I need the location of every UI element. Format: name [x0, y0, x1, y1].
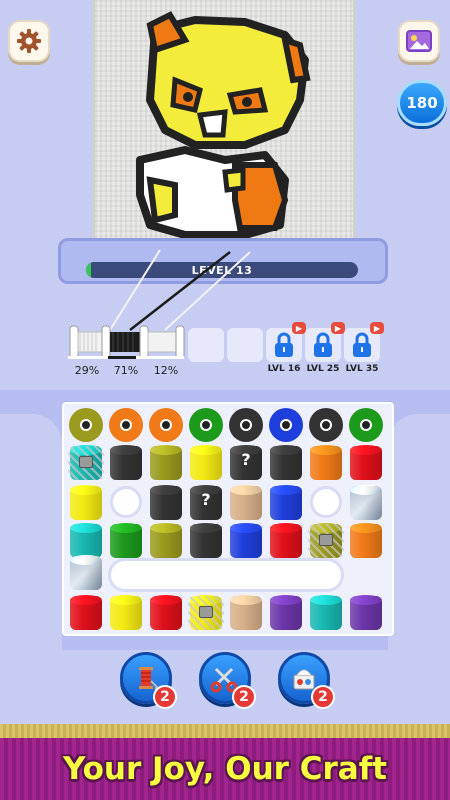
spool-percent-3: 12% — [153, 364, 179, 377]
lock-icon — [314, 332, 332, 357]
spool-top-orange[interactable] — [109, 408, 143, 442]
booster-magic-box[interactable]: 2 — [278, 652, 335, 709]
spool-olive[interactable] — [150, 524, 182, 558]
spool-red[interactable] — [270, 524, 302, 558]
locked-slot-label-2: LVL 25 — [306, 364, 340, 374]
spool-top-black[interactable] — [229, 408, 263, 442]
spool-olive[interactable] — [150, 446, 182, 480]
empty-spool-slot[interactable] — [227, 328, 263, 362]
spool-tan[interactable] — [230, 486, 262, 520]
spool-teal[interactable] — [310, 596, 342, 630]
booster-spool[interactable]: 2 — [120, 652, 177, 709]
tray-left-wing — [0, 414, 62, 650]
spool-red[interactable] — [150, 596, 182, 630]
mystery-mark: ? — [201, 490, 211, 509]
spool-top-green[interactable] — [189, 408, 223, 442]
booster-count: 2 — [311, 685, 335, 709]
empty-spool-slot[interactable] — [188, 328, 224, 362]
chained-spool[interactable] — [68, 446, 104, 480]
spool-black[interactable] — [190, 524, 222, 558]
locked-slot-label-1: LVL 16 — [267, 364, 301, 374]
spool-percent-2: 71% — [113, 364, 139, 377]
chained-spool[interactable] — [308, 524, 344, 558]
lock-icon — [275, 332, 293, 357]
mystery-spool[interactable]: ? — [190, 486, 222, 520]
booster-count: 2 — [232, 685, 256, 709]
spool-yellow[interactable] — [70, 486, 102, 520]
padlock-icon — [319, 534, 333, 546]
spool-blue[interactable] — [230, 524, 262, 558]
spool-top-olive[interactable] — [69, 408, 103, 442]
padlock-icon — [79, 456, 93, 468]
footer-banner: Your Joy, Our Craft — [0, 738, 450, 800]
spool-yellow[interactable] — [110, 596, 142, 630]
booster-scissors[interactable]: 2 — [199, 652, 256, 709]
ad-badge-icon: ▶ — [331, 322, 345, 334]
mystery-mark: ? — [241, 450, 251, 469]
chained-spool[interactable] — [188, 596, 224, 630]
empty-slot[interactable] — [310, 486, 342, 518]
spool-red[interactable] — [70, 596, 102, 630]
spool-top-blue[interactable] — [269, 408, 303, 442]
yarn-strip — [0, 724, 450, 738]
footer-tagline: Your Joy, Our Craft — [62, 751, 388, 787]
ad-badge-icon: ▶ — [370, 322, 384, 334]
spool-blue[interactable] — [270, 486, 302, 520]
spool-top-orange[interactable] — [149, 408, 183, 442]
locked-slot-label-3: LVL 35 — [345, 364, 379, 374]
locked-slot-3[interactable]: ▶ — [344, 322, 384, 362]
frozen-spool[interactable] — [350, 486, 382, 520]
ad-badge-icon: ▶ — [292, 322, 306, 334]
spool-green[interactable] — [110, 524, 142, 558]
spool-purple[interactable] — [270, 596, 302, 630]
spool-black[interactable] — [270, 446, 302, 480]
spool-purple[interactable] — [350, 596, 382, 630]
spool-black[interactable] — [150, 486, 182, 520]
frozen-spool[interactable] — [70, 556, 102, 590]
locked-slot-2[interactable]: ▶ — [305, 322, 345, 362]
spool-tan[interactable] — [230, 596, 262, 630]
spool-yellow[interactable] — [190, 446, 222, 480]
padlock-icon — [199, 606, 213, 618]
spool-red[interactable] — [350, 446, 382, 480]
spool-orange[interactable] — [310, 446, 342, 480]
spool-progress-track — [68, 356, 184, 359]
spool-black[interactable] — [110, 446, 142, 480]
spool-teal[interactable] — [70, 524, 102, 558]
tray-right-wing — [388, 414, 450, 650]
lock-icon — [353, 332, 371, 357]
empty-lane — [108, 558, 344, 592]
spool-top-black[interactable] — [309, 408, 343, 442]
spool-percent-1: 29% — [74, 364, 100, 377]
booster-count: 2 — [153, 685, 177, 709]
locked-slot-1[interactable]: ▶ — [266, 322, 306, 362]
mystery-spool[interactable]: ? — [230, 446, 262, 480]
empty-slot[interactable] — [110, 486, 142, 518]
spool-top-green[interactable] — [349, 408, 383, 442]
spool-orange[interactable] — [350, 524, 382, 558]
